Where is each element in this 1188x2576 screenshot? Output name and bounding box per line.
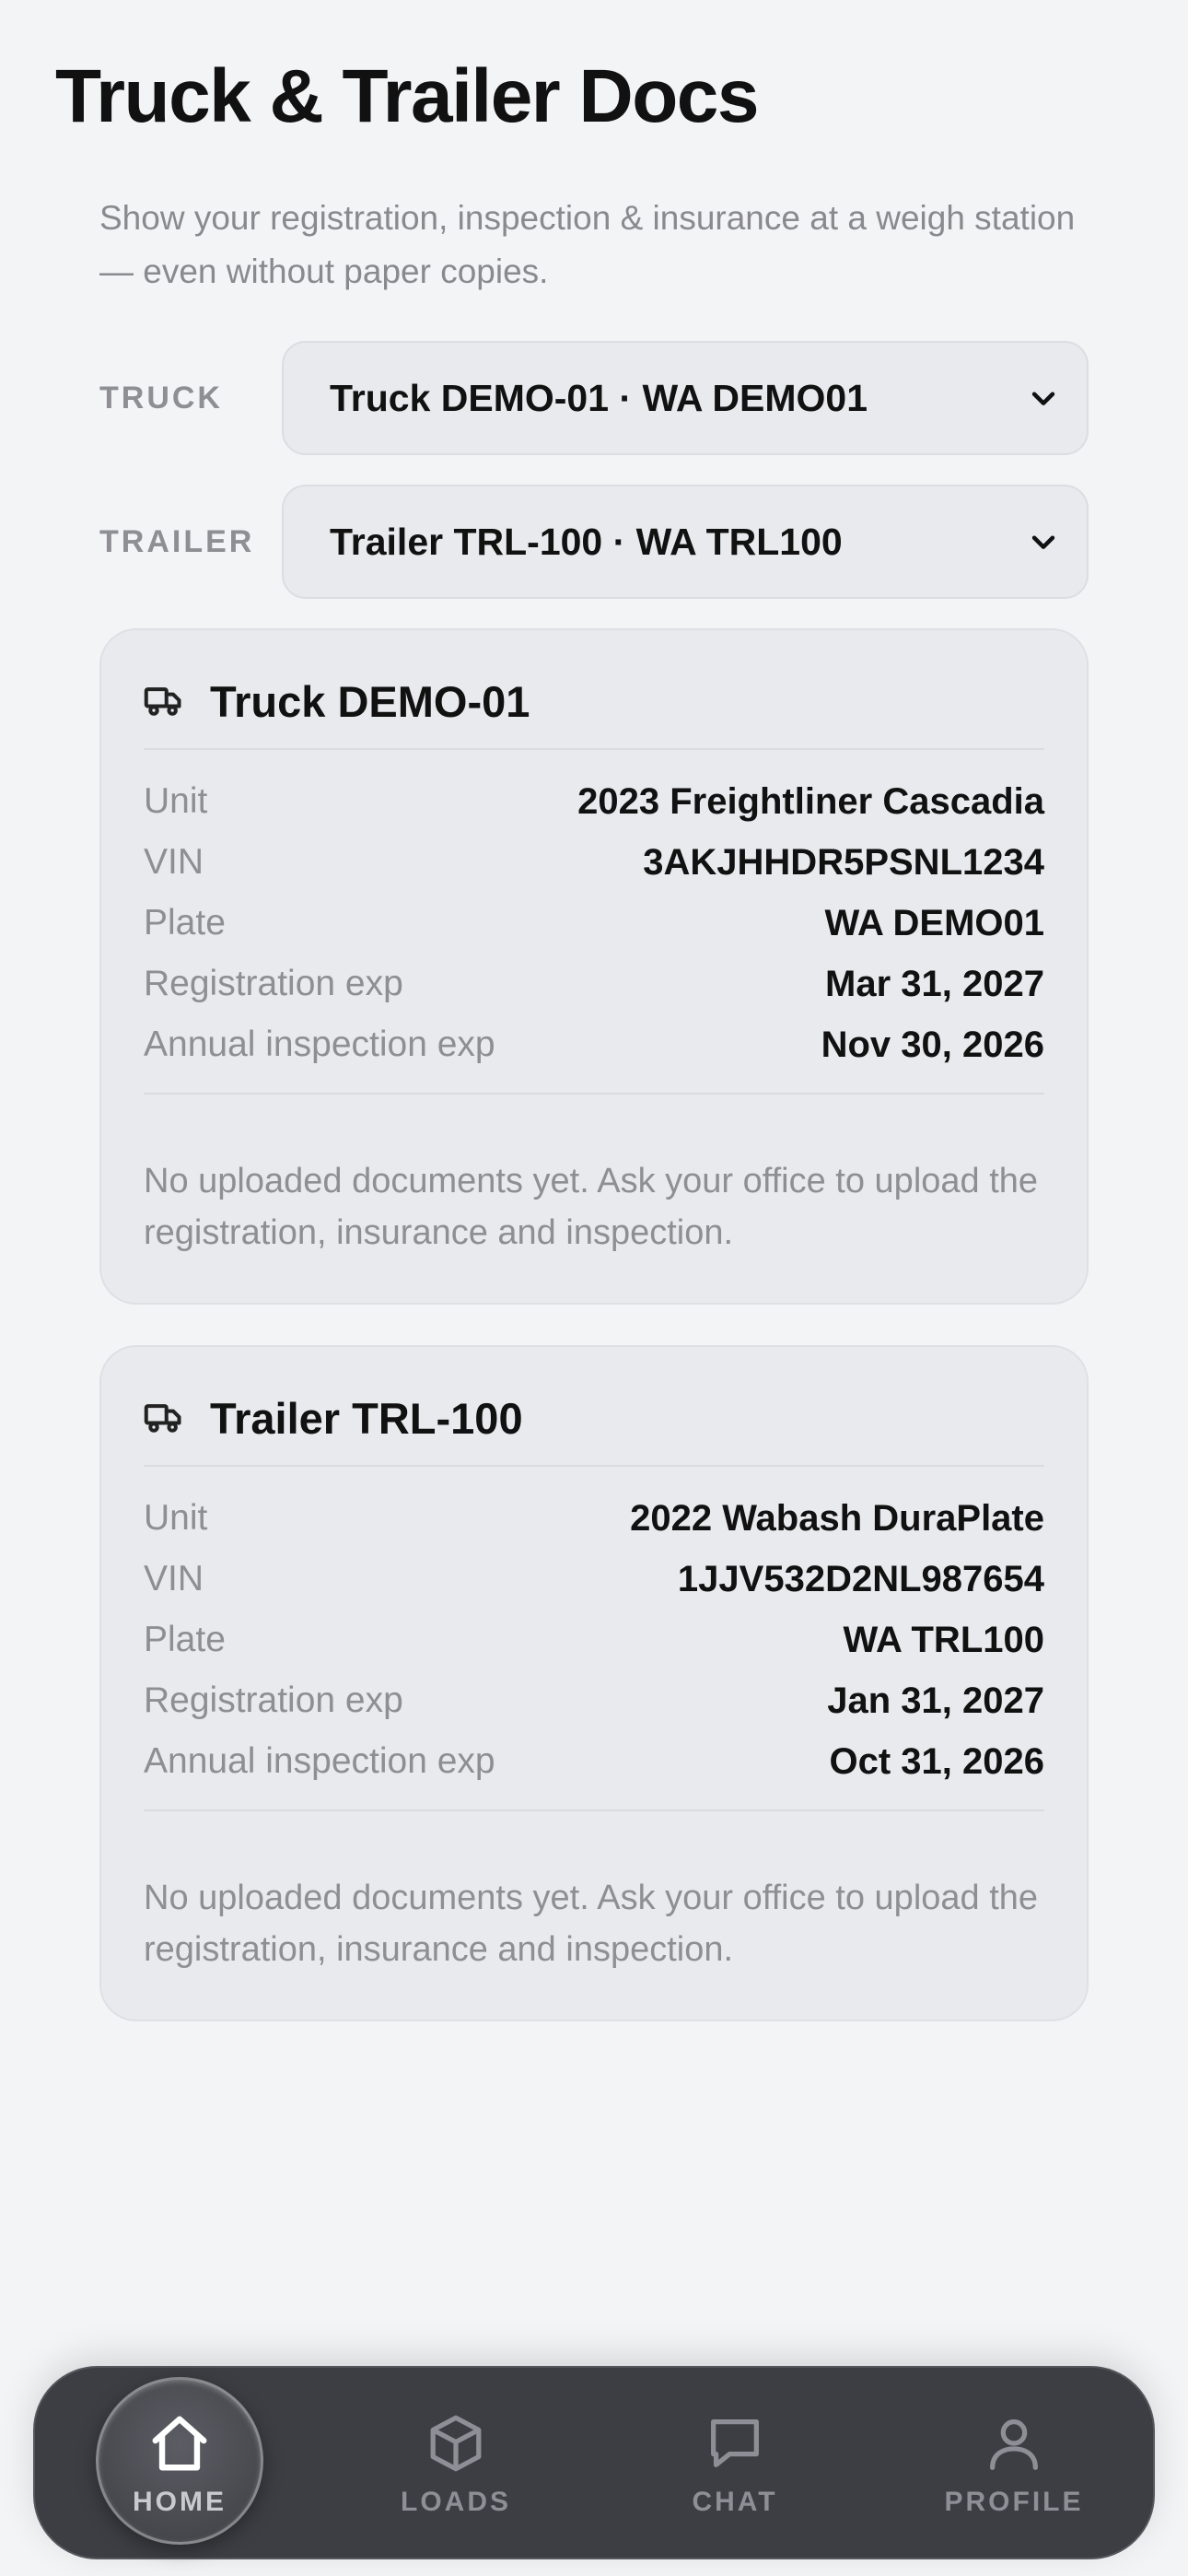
divider: [144, 1809, 1044, 1811]
truck-row-vin: VIN 3AKJHHDR5PSNL1234: [144, 832, 1044, 893]
chevron-down-icon: [1031, 535, 1055, 549]
truck-card: Truck DEMO-01 Unit 2023 Freightliner Cas…: [99, 628, 1089, 1305]
row-label: Unit: [144, 1498, 208, 1538]
divider: [144, 1093, 1044, 1095]
trailer-card: Trailer TRL-100 Unit 2022 Wabash DuraPla…: [99, 1345, 1089, 2021]
tab-home-label: HOME: [133, 2487, 227, 2517]
truck-card-title: Truck DEMO-01: [210, 676, 530, 726]
truck-card-empty-note: No uploaded documents yet. Ask your offi…: [144, 1162, 1039, 1252]
tab-profile-label: PROFILE: [944, 2487, 1084, 2517]
trailer-row-registration-exp: Registration exp Jan 31, 2027: [144, 1670, 1044, 1731]
box-icon: [430, 2415, 482, 2472]
tab-profile[interactable]: PROFILE: [903, 2368, 1124, 2561]
trailer-row-vin: VIN 1JJV532D2NL987654: [144, 1549, 1044, 1610]
row-label: Registration exp: [144, 964, 403, 1003]
row-label: VIN: [144, 842, 204, 882]
truck-row-inspection-exp: Annual inspection exp Nov 30, 2026: [144, 1014, 1044, 1075]
row-label: Annual inspection exp: [144, 1025, 495, 1064]
truck-select[interactable]: Truck DEMO-01 · WA DEMO01: [282, 341, 1089, 455]
trailer-card-header: Trailer TRL-100: [144, 1384, 1044, 1452]
trailer-select-value: Trailer TRL-100 · WA TRL100: [330, 520, 843, 563]
trailer-select[interactable]: Trailer TRL-100 · WA TRL100: [282, 485, 1089, 599]
row-label: Registration exp: [144, 1680, 403, 1720]
row-value: 2023 Freightliner Cascadia: [577, 780, 1044, 822]
tab-chat-label: CHAT: [692, 2487, 778, 2517]
home-icon: [152, 2416, 207, 2471]
row-label: Annual inspection exp: [144, 1741, 495, 1781]
chevron-down-icon: [1031, 392, 1055, 405]
divider: [144, 748, 1044, 750]
trailer-selector-row: TRAILER Trailer TRL-100 · WA TRL100: [99, 485, 1089, 599]
row-value: 2022 Wabash DuraPlate: [630, 1497, 1044, 1539]
tab-loads-label: LOADS: [401, 2487, 511, 2517]
tab-loads[interactable]: LOADS: [345, 2368, 566, 2561]
row-value: Jan 31, 2027: [827, 1680, 1044, 1721]
row-value: Nov 30, 2026: [821, 1024, 1044, 1065]
trailer-card-empty-note: No uploaded documents yet. Ask your offi…: [144, 1879, 1039, 1969]
row-value: 3AKJHHDR5PSNL1234: [643, 841, 1044, 883]
page: Truck & Trailer Docs Show your registrat…: [0, 0, 1188, 2576]
row-value: Oct 31, 2026: [829, 1740, 1045, 1782]
trailer-selector-label: TRAILER: [99, 524, 255, 559]
row-value: Mar 31, 2027: [825, 963, 1044, 1004]
trailer-card-title: Trailer TRL-100: [210, 1393, 523, 1443]
row-value: WA TRL100: [843, 1619, 1044, 1660]
trailer-row-unit: Unit 2022 Wabash DuraPlate: [144, 1488, 1044, 1549]
truck-select-value: Truck DEMO-01 · WA DEMO01: [330, 376, 868, 419]
chat-bubble-icon: [711, 2419, 759, 2467]
page-title: Truck & Trailer Docs: [55, 54, 760, 138]
row-value: WA DEMO01: [824, 902, 1044, 943]
row-value: 1JJV532D2NL987654: [677, 1558, 1044, 1599]
truck-card-header: Truck DEMO-01: [144, 667, 1044, 735]
truck-selector-label: TRUCK: [99, 381, 223, 416]
bottom-tab-bar: HOME LOADS CHAT PROFILE: [33, 2366, 1155, 2559]
trailer-row-plate: Plate WA TRL100: [144, 1610, 1044, 1670]
truck-icon: [144, 687, 181, 716]
truck-row-registration-exp: Registration exp Mar 31, 2027: [144, 954, 1044, 1014]
tab-chat[interactable]: CHAT: [624, 2368, 845, 2561]
row-label: Plate: [144, 903, 226, 943]
row-label: VIN: [144, 1559, 204, 1598]
truck-row-unit: Unit 2023 Freightliner Cascadia: [144, 771, 1044, 832]
truck-icon: [144, 1404, 181, 1433]
trailer-row-inspection-exp: Annual inspection exp Oct 31, 2026: [144, 1731, 1044, 1792]
truck-selector-row: TRUCK Truck DEMO-01 · WA DEMO01: [99, 341, 1089, 455]
truck-row-plate: Plate WA DEMO01: [144, 893, 1044, 954]
person-icon: [990, 2419, 1038, 2470]
row-label: Unit: [144, 781, 208, 821]
divider: [144, 1465, 1044, 1467]
page-subtitle: Show your registration, inspection & ins…: [99, 199, 1076, 290]
tab-home[interactable]: HOME: [69, 2368, 290, 2561]
row-label: Plate: [144, 1620, 226, 1659]
